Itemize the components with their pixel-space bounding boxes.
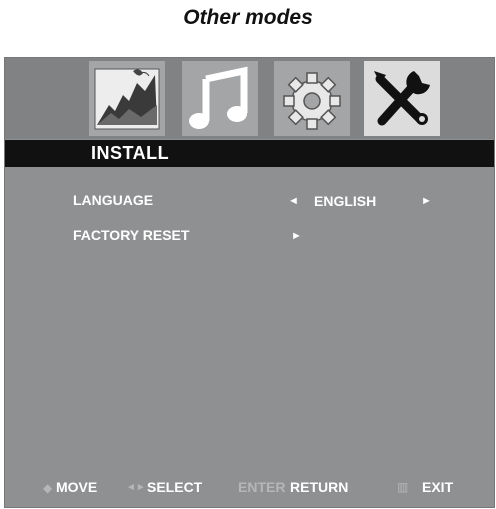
tab-settings[interactable] — [274, 61, 350, 136]
menu-title: INSTALL — [91, 143, 170, 163]
language-right-arrow-icon[interactable]: ► — [421, 195, 432, 207]
osd-menu-panel: INSTALL LANGUAGE ◄ ENGLISH ► FACTORY RES… — [4, 57, 495, 508]
factory-reset-label: FACTORY RESET — [73, 227, 190, 243]
footer-return: RETURN — [290, 479, 349, 495]
select-icon: ◄► — [126, 482, 146, 493]
tab-music[interactable] — [182, 61, 258, 136]
menu-tab-strip — [5, 58, 494, 139]
language-value: ENGLISH — [314, 193, 377, 209]
factory-reset-arrow-icon[interactable]: ► — [291, 230, 302, 242]
page-heading: Other modes — [183, 6, 313, 29]
language-left-arrow-icon[interactable]: ◄ — [288, 195, 299, 207]
footer-exit: EXIT — [422, 479, 454, 495]
move-icon: ◆ — [43, 481, 53, 495]
footer-enter: ENTER — [238, 479, 286, 495]
settings-gear-icon — [283, 72, 341, 130]
exit-icon: ▥ — [397, 480, 409, 494]
menu-title-bar: INSTALL — [5, 140, 494, 167]
footer-move: MOVE — [56, 479, 98, 495]
tab-install[interactable] — [364, 61, 440, 136]
tab-picture[interactable] — [89, 61, 165, 136]
music-icon — [189, 66, 248, 129]
install-tools-icon — [374, 71, 430, 126]
language-label: LANGUAGE — [73, 192, 154, 208]
footer-hints: ◆ MOVE ◄► SELECT ENTER RETURN ▥ EXIT — [5, 479, 494, 499]
picture-icon — [94, 68, 160, 130]
footer-select: SELECT — [147, 479, 203, 495]
